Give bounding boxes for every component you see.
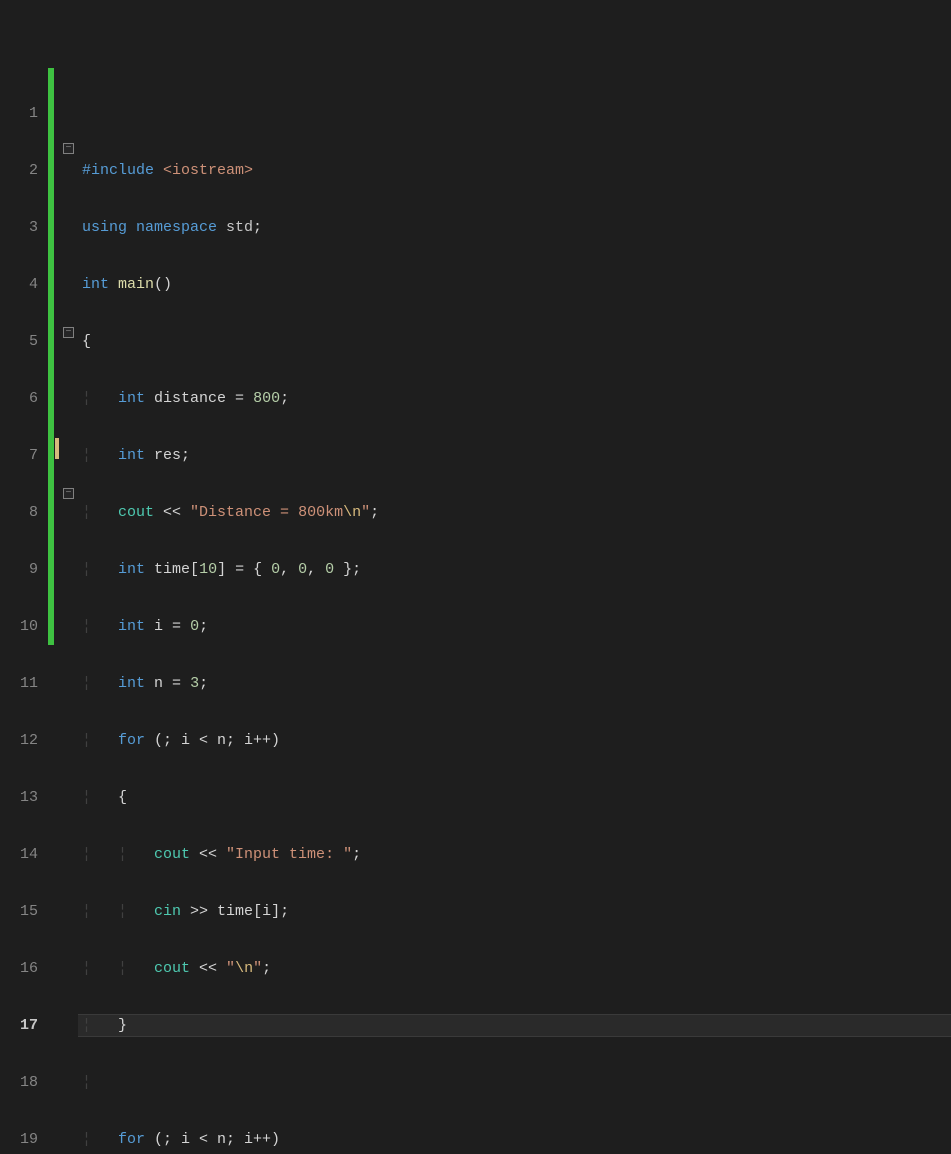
line-number: 3 [0,216,38,239]
line-number: 13 [0,786,38,809]
line-number: 2 [0,159,38,182]
code-line[interactable]: ¦ ¦ cin >> time[i]; [78,900,951,923]
fold-toggle-icon[interactable]: − [63,143,74,154]
code-line[interactable]: ¦ int n = 3; [78,672,951,695]
code-line[interactable]: { [78,330,951,353]
code-line[interactable]: ¦ int res; [78,444,951,467]
code-editor[interactable]: 1 2 3 4 5 6 7 8 9 10 11 12 13 14 15 16 1… [0,68,951,645]
fold-toggle-icon[interactable]: − [63,488,74,499]
line-number: 9 [0,558,38,581]
line-number: 11 [0,672,38,695]
line-number: 5 [0,330,38,353]
line-number: 1 [0,102,38,125]
fold-toggle-icon[interactable]: − [63,327,74,338]
code-line[interactable]: int main() [78,273,951,296]
unsaved-change-marker [55,438,59,459]
line-number: 18 [0,1071,38,1094]
line-number-gutter: 1 2 3 4 5 6 7 8 9 10 11 12 13 14 15 16 1… [0,68,48,645]
code-line[interactable]: using namespace std; [78,216,951,239]
line-number-current: 17 [0,1014,38,1037]
code-line[interactable]: ¦ ¦ cout << "Input time: "; [78,843,951,866]
code-content[interactable]: #include <iostream> using namespace std;… [78,68,951,645]
code-line[interactable]: #include <iostream> [78,159,951,182]
line-number: 19 [0,1128,38,1151]
line-number: 7 [0,444,38,467]
fold-column: − − − [62,68,78,645]
line-number: 15 [0,900,38,923]
code-line[interactable]: ¦ for (; i < n; i++) [78,729,951,752]
code-line[interactable]: ¦ for (; i < n; i++) [78,1128,951,1151]
editor-margin [54,68,62,645]
code-line-current[interactable]: ¦ } [78,1014,951,1037]
code-line[interactable]: ¦ int time[10] = { 0, 0, 0 }; [78,558,951,581]
code-line[interactable]: ¦ { [78,786,951,809]
line-number: 6 [0,387,38,410]
code-line[interactable]: ¦ int distance = 800; [78,387,951,410]
code-line[interactable]: ¦ [78,1071,951,1094]
line-number: 4 [0,273,38,296]
line-number: 12 [0,729,38,752]
code-line[interactable]: ¦ ¦ cout << "\n"; [78,957,951,980]
code-line[interactable]: ¦ cout << "Distance = 800km\n"; [78,501,951,524]
line-number: 16 [0,957,38,980]
code-line[interactable]: ¦ int i = 0; [78,615,951,638]
line-number: 8 [0,501,38,524]
line-number: 14 [0,843,38,866]
line-number: 10 [0,615,38,638]
code-line[interactable] [78,102,951,125]
